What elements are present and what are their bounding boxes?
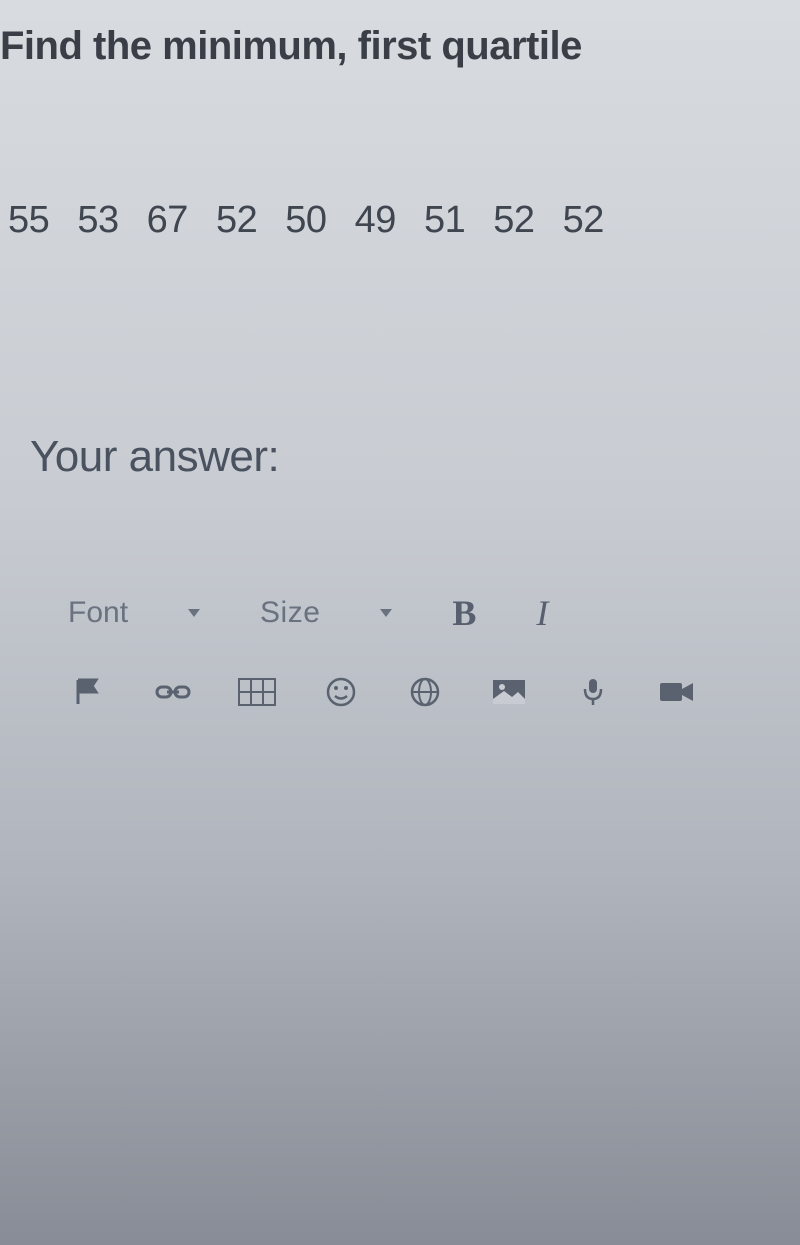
bold-button[interactable]: B xyxy=(452,592,476,634)
question-prompt: Find the minimum, first quartile xyxy=(0,0,800,69)
image-icon xyxy=(492,679,526,705)
link-button[interactable] xyxy=(152,674,194,710)
globe-icon xyxy=(410,677,440,707)
table-icon xyxy=(238,678,276,706)
toolbar-row-2 xyxy=(68,674,800,710)
link-icon xyxy=(155,683,191,701)
globe-button[interactable] xyxy=(404,674,446,710)
italic-button[interactable]: I xyxy=(536,592,548,634)
editor-toolbar: Font Size B I xyxy=(0,592,800,710)
size-dropdown-label: Size xyxy=(260,596,320,630)
size-dropdown[interactable]: Size xyxy=(260,596,392,630)
caret-down-icon xyxy=(188,609,200,617)
toolbar-row-1: Font Size B I xyxy=(68,592,800,634)
font-dropdown[interactable]: Font xyxy=(68,596,200,630)
answer-label: Your answer: xyxy=(0,242,800,482)
emoji-button[interactable] xyxy=(320,674,362,710)
flag-button[interactable] xyxy=(68,674,110,710)
microphone-icon xyxy=(582,677,604,707)
font-dropdown-label: Font xyxy=(68,596,128,630)
video-icon xyxy=(659,681,695,703)
video-button[interactable] xyxy=(656,674,698,710)
question-data-values: 55 53 67 52 50 49 51 52 52 xyxy=(0,69,800,242)
image-button[interactable] xyxy=(488,674,530,710)
caret-down-icon xyxy=(380,609,392,617)
flag-icon xyxy=(76,678,102,706)
table-button[interactable] xyxy=(236,674,278,710)
microphone-button[interactable] xyxy=(572,674,614,710)
emoji-icon xyxy=(326,677,356,707)
